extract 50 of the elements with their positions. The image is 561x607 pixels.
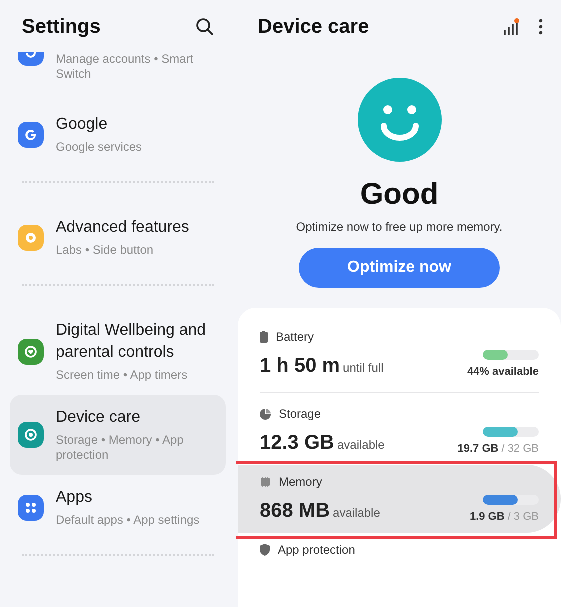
item-subtitle: Screen time • App timers [56,368,189,383]
usage-bar [483,495,539,505]
search-icon[interactable] [196,18,214,36]
used-amount: 1.9 GB [470,511,505,523]
item-subtitle: Google services [56,140,142,155]
row-reading: 44% available [467,366,539,378]
row-label: Memory [279,475,322,489]
settings-item[interactable]: Device care Storage • Memory • App protection [10,395,226,475]
item-subtitle: Storage • Memory • App protection [56,433,185,463]
used-amount: 19.7 GB [458,443,499,455]
device-care-row[interactable]: Battery 1 h 50 m until full 44% available [238,320,561,388]
battery-icon [260,331,268,343]
row-label: Storage [279,407,322,421]
total-amount: / 3 GB [508,511,539,523]
item-subtitle: Labs • Side button [56,243,155,258]
optimize-button[interactable]: Optimize now [299,248,500,288]
shield-icon [260,544,270,556]
usage-bar [483,350,539,360]
device-care-title: Device care [258,16,370,38]
smiley-face-icon [358,78,442,162]
status-text: Good [360,178,439,212]
item-title: Google [56,115,109,135]
row-value: 1 h 50 m [260,355,340,378]
device-care-row[interactable]: Storage 12.3 GB available 19.7 GB / 32 GB [238,397,561,465]
row-label: App protection [278,543,356,557]
row-value: 868 MB [260,500,330,523]
signal-bars-icon[interactable] [503,18,519,36]
item-title: Apps [56,488,94,508]
settings-title: Settings [22,16,101,38]
row-value: 12.3 GB [260,432,334,455]
item-title: Device care [56,408,142,428]
total-amount: / 32 GB [502,443,539,455]
row-unit: available [333,506,380,520]
settings-item[interactable]: Advanced features Labs • Side button [10,205,226,270]
device-care-row[interactable]: App protection [238,533,561,567]
row-unit: available [337,438,385,452]
settings-item[interactable]: Apps Default apps • App settings [10,475,226,540]
row-unit: until full [343,361,384,375]
settings-item[interactable]: Google Google services [10,102,226,167]
item-subtitle: Manage accounts • Smart Switch [56,52,195,82]
item-title: Digital Wellbeing and parental controls [56,321,208,363]
chip-icon [260,477,271,487]
more-options-icon[interactable] [539,19,543,35]
pie-icon [260,408,271,420]
row-label: Battery [276,330,314,344]
status-message: Optimize now to free up more memory. [296,220,503,234]
item-subtitle: Default apps • App settings [56,513,200,528]
usage-bar [483,427,539,437]
settings-item[interactable]: Digital Wellbeing and parental controls Screen time • App timers [10,308,226,395]
item-title: Advanced features [56,218,190,238]
